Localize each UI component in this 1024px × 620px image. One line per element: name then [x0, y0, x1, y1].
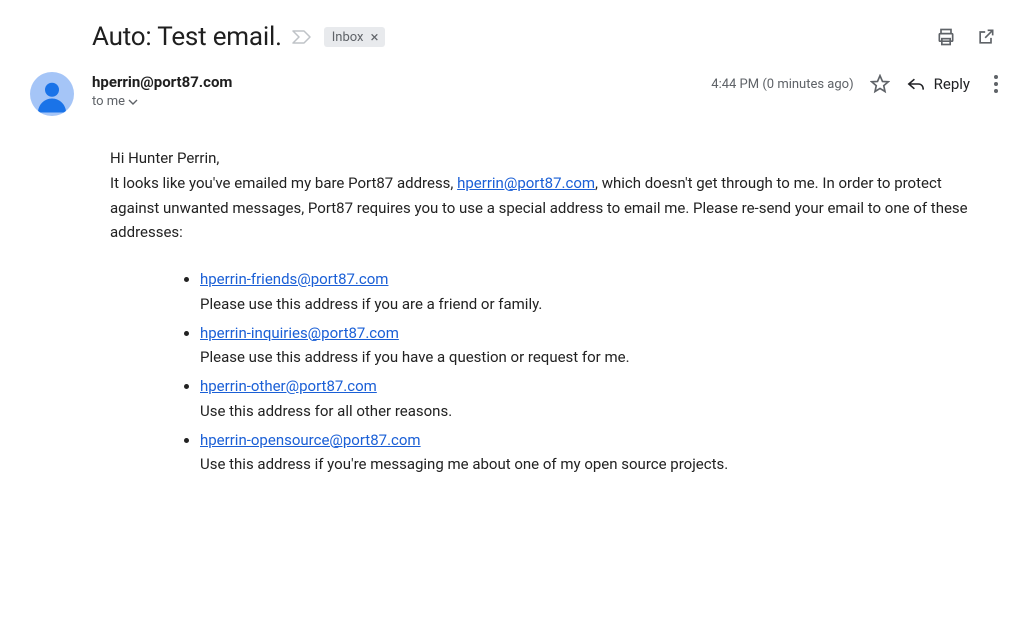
print-icon[interactable]: [936, 27, 956, 47]
address-desc: Please use this address if you have a qu…: [200, 345, 976, 370]
inbox-chip-remove-icon[interactable]: ×: [366, 28, 382, 46]
subject-text: Auto: Test email.: [92, 22, 282, 52]
address-link[interactable]: hperrin-friends@port87.com: [200, 270, 388, 288]
recipient-toggle[interactable]: to me: [92, 94, 232, 109]
bare-address-link[interactable]: hperrin@port87.com: [457, 174, 595, 192]
inbox-label-chip[interactable]: Inbox ×: [324, 27, 385, 47]
star-icon[interactable]: [870, 74, 890, 94]
open-new-window-icon[interactable]: [976, 27, 996, 47]
more-actions-icon[interactable]: [986, 74, 1006, 94]
list-item: hperrin-inquiries@port87.com Please use …: [200, 321, 976, 371]
address-desc: Use this address if you're messaging me …: [200, 452, 976, 477]
address-link[interactable]: hperrin-other@port87.com: [200, 377, 377, 395]
email-body: Hi Hunter Perrin, It looks like you've e…: [18, 136, 1006, 491]
subject-row: Auto: Test email. Inbox ×: [18, 18, 1006, 68]
list-item: hperrin-other@port87.com Use this addres…: [200, 374, 976, 424]
important-marker-icon[interactable]: [292, 30, 314, 44]
address-desc: Use this address for all other reasons.: [200, 399, 976, 424]
list-item: hperrin-friends@port87.com Please use th…: [200, 267, 976, 317]
list-item: hperrin-opensource@port87.com Use this a…: [200, 428, 976, 478]
recipient-text: to me: [92, 94, 125, 109]
chevron-down-icon: [128, 99, 138, 105]
address-desc: Please use this address if you are a fri…: [200, 292, 976, 317]
reply-button[interactable]: Reply: [906, 75, 970, 93]
reply-label: Reply: [934, 75, 970, 93]
body-paragraph: It looks like you've emailed my bare Por…: [110, 171, 976, 245]
greeting: Hi Hunter Perrin,: [110, 146, 976, 171]
timestamp: 4:44 PM (0 minutes ago): [711, 77, 853, 92]
para-pre: It looks like you've emailed my bare Por…: [110, 174, 457, 192]
address-list: hperrin-friends@port87.com Please use th…: [180, 267, 976, 477]
avatar[interactable]: [30, 72, 74, 116]
sender-address: hperrin@port87.com: [92, 73, 232, 91]
inbox-chip-label: Inbox: [332, 30, 364, 45]
address-link[interactable]: hperrin-inquiries@port87.com: [200, 324, 399, 342]
address-link[interactable]: hperrin-opensource@port87.com: [200, 431, 421, 449]
